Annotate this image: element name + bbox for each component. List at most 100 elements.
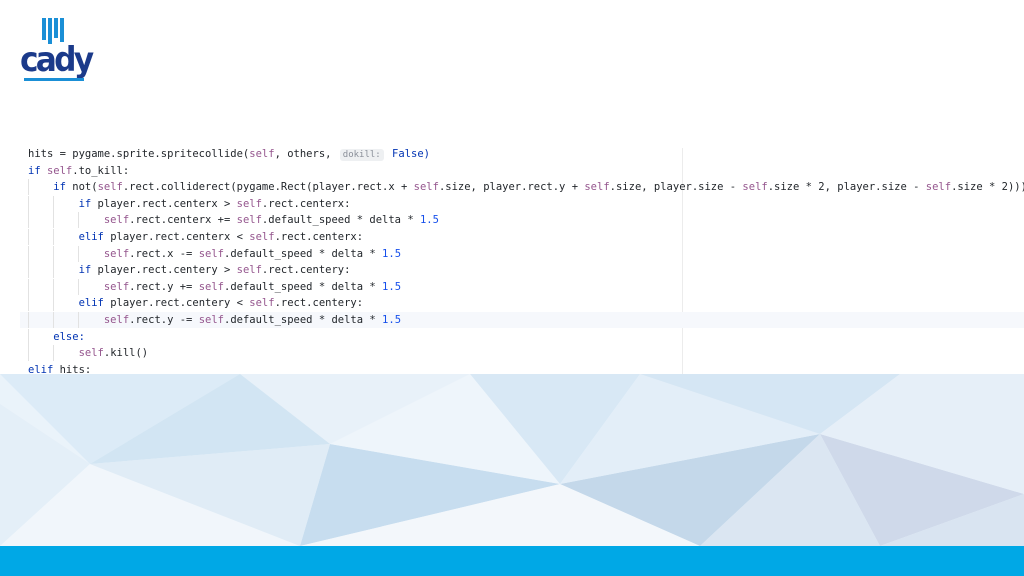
indent-guide: [52, 312, 54, 328]
indent-guide: [52, 195, 54, 212]
indent-guide: [28, 212, 29, 229]
indent-guide: [77, 245, 79, 262]
indent-guide: [77, 278, 79, 295]
code-token: .size, player.rect.y +: [438, 181, 585, 194]
code-token: .rect.x -=: [129, 247, 199, 260]
indent-guide: [28, 262, 29, 279]
code-token: elif: [28, 297, 111, 310]
code-line: self.rect.centerx += self.default_speed …: [20, 212, 1024, 229]
code-token: .default_speed * delta *: [261, 214, 420, 227]
code-token: self: [249, 148, 275, 160]
code-token: self: [198, 247, 224, 260]
code-token: self: [742, 181, 768, 194]
code-token: player.rect.centerx <: [110, 231, 250, 243]
code-token: .size * 2, player.size -: [767, 181, 926, 194]
code-token: if: [28, 197, 98, 210]
code-token: not(: [72, 181, 98, 194]
indent-guide: [52, 295, 54, 312]
code-token: .size, player.size -: [609, 181, 743, 194]
parameter-hint: dokill:: [339, 149, 384, 161]
code-token: self: [236, 214, 262, 227]
code-editor-snippet: hits = pygame.sprite.spritecollide(self,…: [20, 142, 1024, 378]
code-token: self: [103, 214, 130, 227]
code-token: .default_speed * delta *: [224, 247, 383, 260]
indent-guide: [28, 229, 29, 245]
indent-guide: [28, 345, 29, 362]
indent-guide: [28, 179, 29, 196]
code-token: self: [46, 164, 73, 177]
code-line: self.rect.y += self.default_speed * delt…: [20, 278, 1024, 295]
code-token: False): [385, 148, 430, 160]
code-token: if: [28, 264, 98, 277]
code-token: if: [28, 164, 47, 177]
indent-guide: [28, 295, 29, 312]
code-token: 1.5: [419, 214, 439, 227]
code-token: .default_speed * delta *: [224, 280, 383, 293]
code-token: self: [236, 197, 262, 210]
code-token: .rect.y -=: [129, 314, 199, 326]
code-token: self: [249, 231, 275, 243]
cady-logo: cady: [20, 18, 102, 86]
code-token: self: [103, 247, 130, 260]
code-line: hits = pygame.sprite.spritecollide(self,…: [20, 146, 1024, 162]
code-line: else:: [20, 328, 1024, 345]
code-line: self.rect.y -= self.default_speed * delt…: [20, 312, 1024, 328]
indent-guide: [52, 262, 54, 279]
code-token: self: [103, 280, 130, 293]
code-token: .rect.centery:: [261, 264, 351, 277]
indent-guide: [52, 245, 54, 262]
code-token: self: [198, 280, 224, 293]
code-token: if: [28, 181, 73, 194]
indent-guide: [28, 312, 29, 328]
logo-underline: [24, 78, 84, 81]
code-token: .rect.centerx:: [274, 231, 364, 243]
code-token: else:: [28, 330, 85, 343]
code-token: .to_kill:: [72, 164, 130, 177]
indent-guide: [28, 328, 29, 345]
code-token: self: [584, 181, 610, 194]
code-token: self: [249, 297, 275, 310]
code-token: self: [103, 314, 130, 326]
indent-guide: [52, 278, 54, 295]
code-line: if player.rect.centerx > self.rect.cente…: [20, 195, 1024, 212]
code-line: if not(self.rect.colliderect(pygame.Rect…: [20, 179, 1024, 196]
indent-guide: [28, 195, 29, 212]
logo-text: cady: [20, 40, 94, 80]
code-line: self.rect.x -= self.default_speed * delt…: [20, 245, 1024, 262]
code-line: elif player.rect.centerx < self.rect.cen…: [20, 229, 1024, 245]
code-token: .rect.colliderect(pygame.Rect(player.rec…: [122, 181, 414, 194]
indent-guide: [28, 278, 29, 295]
code-token: self: [97, 181, 123, 194]
code-token: .rect.y +=: [129, 280, 199, 293]
code-token: self: [413, 181, 439, 194]
indent-guide: [52, 345, 54, 362]
code-token: self: [925, 181, 952, 194]
code-token: elif: [28, 231, 111, 243]
code-token: hits = pygame.sprite.spritecollide(: [28, 148, 250, 160]
code-token: self: [198, 314, 224, 326]
code-token: , others,: [274, 148, 338, 160]
code-token: .rect.centery:: [274, 297, 364, 310]
code-token: player.rect.centery >: [97, 264, 237, 277]
code-token: 1.5: [382, 247, 402, 260]
indent-guide: [52, 212, 54, 229]
footer-accent-bar: [0, 546, 1024, 576]
code-token: .rect.centerx:: [261, 197, 351, 210]
code-token: .size * 2))):: [951, 181, 1024, 194]
indent-guide: [52, 229, 54, 245]
code-line: if self.to_kill:: [20, 163, 1024, 179]
code-token: .default_speed * delta *: [224, 314, 383, 326]
code-token: 1.5: [382, 280, 402, 293]
code-token: self: [78, 347, 104, 360]
decorative-triangle-background: [0, 374, 1024, 546]
indent-guide: [77, 212, 79, 229]
code-token: 1.5: [382, 314, 402, 326]
indent-guide: [28, 245, 29, 262]
code-token: player.rect.centerx >: [97, 197, 237, 210]
code-token: .kill(): [103, 347, 149, 360]
code-line: self.kill(): [20, 345, 1024, 362]
code-token: .rect.centerx +=: [129, 214, 237, 227]
